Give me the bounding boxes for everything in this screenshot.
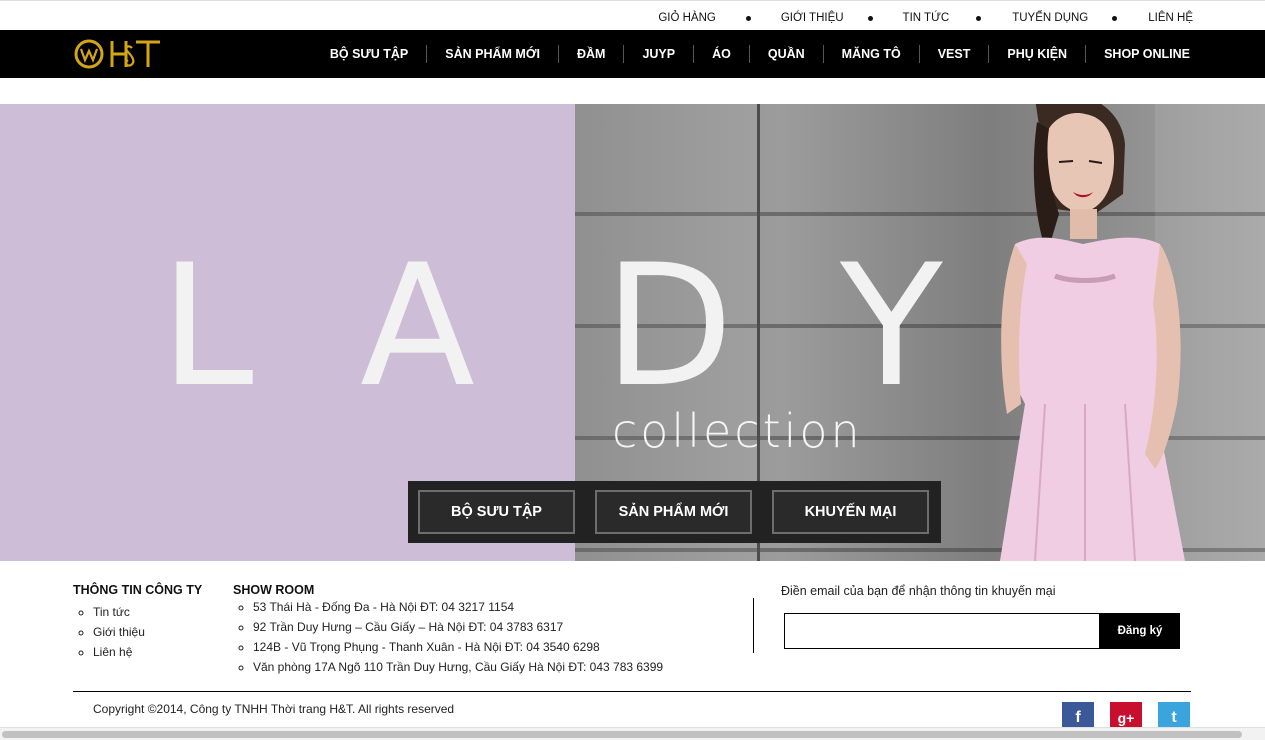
top-link-careers-label[interactable]: TUYỂN DỤNG <box>1012 12 1088 24</box>
nav-item-tops[interactable]: ÁO <box>675 45 731 63</box>
nav-item-collections[interactable]: BỘ SƯU TẬP <box>330 47 408 61</box>
hero-letter-d: D <box>604 228 734 424</box>
top-link-sep <box>1088 15 1148 21</box>
nav-divider <box>988 45 990 63</box>
showroom-address: 124B - Vũ Trọng Phụng - Thanh Xuân - Hà … <box>253 640 663 654</box>
top-link-sep <box>949 15 1012 21</box>
nav-item-shop-online[interactable]: SHOP ONLINE <box>1067 45 1190 63</box>
company-link-about[interactable]: Giới thiệu <box>93 625 145 639</box>
showroom-list: 53 Thái Hà - Đống Đa - Hà Nội ĐT: 04 321… <box>253 600 663 680</box>
nav-item-new-products[interactable]: SẢN PHẨM MỚI <box>408 45 540 63</box>
top-link-news[interactable]: TIN TỨC <box>903 12 950 24</box>
nav-item-label[interactable]: VEST <box>938 47 971 61</box>
top-link-contact[interactable]: LIÊN HỆ <box>1148 12 1193 24</box>
nav-divider <box>918 45 920 63</box>
nav-item-label[interactable]: JUYP <box>642 47 675 61</box>
hero-subtitle: collection <box>612 404 863 458</box>
bullet-separator <box>745 15 751 21</box>
hero-letter-l: L <box>160 228 254 424</box>
nav-item-label[interactable]: BỘ SƯU TẬP <box>330 47 408 61</box>
nav-divider <box>822 45 824 63</box>
top-link-careers[interactable]: TUYỂN DỤNG <box>1012 12 1088 24</box>
bullet-separator <box>1112 15 1118 21</box>
scrollbar-thumb[interactable] <box>2 731 1242 738</box>
nav-item-vest[interactable]: VEST <box>901 45 971 63</box>
main-navigation: BỘ SƯU TẬP SẢN PHẨM MỚI ĐẦM JUYP ÁO QUẦN… <box>0 30 1265 78</box>
horizontal-scrollbar[interactable] <box>0 727 1265 740</box>
newsletter-label: Điền email của bạn để nhận thông tin khu… <box>781 584 1056 598</box>
top-link-about-label[interactable]: GIỚI THIỆU <box>781 12 844 24</box>
newsletter-email-input[interactable] <box>784 613 1100 649</box>
nav-divider <box>623 45 625 63</box>
footer-divider-vertical <box>753 598 754 653</box>
nav-menu: BỘ SƯU TẬP SẢN PHẨM MỚI ĐẦM JUYP ÁO QUẦN… <box>330 30 1190 78</box>
showroom-address: 92 Trần Duy Hưng – Cầu Giấy – Hà Nội ĐT:… <box>253 620 663 634</box>
nav-item-label[interactable]: QUẦN <box>768 47 805 61</box>
nav-item-label[interactable]: ĐẦM <box>577 47 605 61</box>
nav-item-label[interactable]: MĂNG TÔ <box>842 47 901 61</box>
nav-divider <box>693 45 695 63</box>
company-info-title: THÔNG TIN CÔNG TY <box>73 583 203 597</box>
nav-item-accessories[interactable]: PHỤ KIỆN <box>970 45 1067 63</box>
company-link-contact[interactable]: Liên hệ <box>93 645 145 659</box>
top-link-contact-label[interactable]: LIÊN HỆ <box>1148 12 1193 24</box>
showroom-title: SHOW ROOM <box>233 583 315 597</box>
hero-letter-a: A <box>360 228 475 424</box>
nav-divider <box>1085 45 1087 63</box>
model-photo <box>1000 104 1185 561</box>
top-utility-bar: GIỎ HÀNG GIỚI THIỆU TIN TỨC TUYỂN DỤNG L… <box>0 0 1265 30</box>
cta-new-products-button[interactable]: SẢN PHẨM MỚI <box>595 490 752 534</box>
company-link-news[interactable]: Tin tức <box>93 605 145 619</box>
hero-banner: L A D Y collection BỘ SƯU TẬP SẢN PHẨM M… <box>0 104 1265 561</box>
showroom-address: Văn phòng 17A Ngõ 110 Trần Duy Hưng, Cầu… <box>253 660 663 674</box>
nav-item-skirts[interactable]: JUYP <box>605 45 675 63</box>
nav-item-label[interactable]: PHỤ KIỆN <box>1007 47 1067 61</box>
cta-collections-button[interactable]: BỘ SƯU TẬP <box>418 490 575 534</box>
nav-item-coats[interactable]: MĂNG TÔ <box>805 45 901 63</box>
top-link-sep <box>844 15 903 21</box>
top-link-cart-label[interactable]: GIỎ HÀNG <box>658 12 716 24</box>
footer-divider-horizontal <box>73 691 1191 692</box>
copyright-text: Copyright ©2014, Công ty TNHH Thời trang… <box>93 702 455 716</box>
showroom-address: 53 Thái Hà - Đống Đa - Hà Nội ĐT: 04 321… <box>253 600 663 614</box>
top-link-cart[interactable]: GIỎ HÀNG <box>658 12 716 24</box>
top-link-sep <box>716 15 781 21</box>
hero-cta-group: BỘ SƯU TẬP SẢN PHẨM MỚI KHUYẾN MẠI <box>408 481 941 543</box>
hero-letter-y: Y <box>840 228 943 424</box>
bullet-separator <box>976 15 982 21</box>
brand-logo[interactable] <box>74 36 166 72</box>
top-links: GIỎ HÀNG GIỚI THIỆU TIN TỨC TUYỂN DỤNG L… <box>658 12 1193 24</box>
cta-promotions-button[interactable]: KHUYẾN MẠI <box>772 490 929 534</box>
nav-divider <box>426 45 428 63</box>
nav-item-pants[interactable]: QUẦN <box>731 45 805 63</box>
nav-item-label[interactable]: SHOP ONLINE <box>1104 47 1190 61</box>
bullet-separator <box>867 15 873 21</box>
nav-item-label[interactable]: ÁO <box>712 47 731 61</box>
top-link-about[interactable]: GIỚI THIỆU <box>781 12 844 24</box>
company-links: Tin tức Giới thiệu Liên hệ <box>93 605 145 665</box>
nav-divider <box>557 45 559 63</box>
site-footer: THÔNG TIN CÔNG TY Tin tức Giới thiệu Liê… <box>0 561 1265 740</box>
nav-divider <box>748 45 750 63</box>
newsletter-subscribe-button[interactable]: Đăng ký <box>1100 613 1180 649</box>
nav-item-dresses[interactable]: ĐẦM <box>540 45 605 63</box>
nav-item-label[interactable]: SẢN PHẨM MỚI <box>445 47 540 61</box>
top-link-news-label[interactable]: TIN TỨC <box>903 12 950 24</box>
